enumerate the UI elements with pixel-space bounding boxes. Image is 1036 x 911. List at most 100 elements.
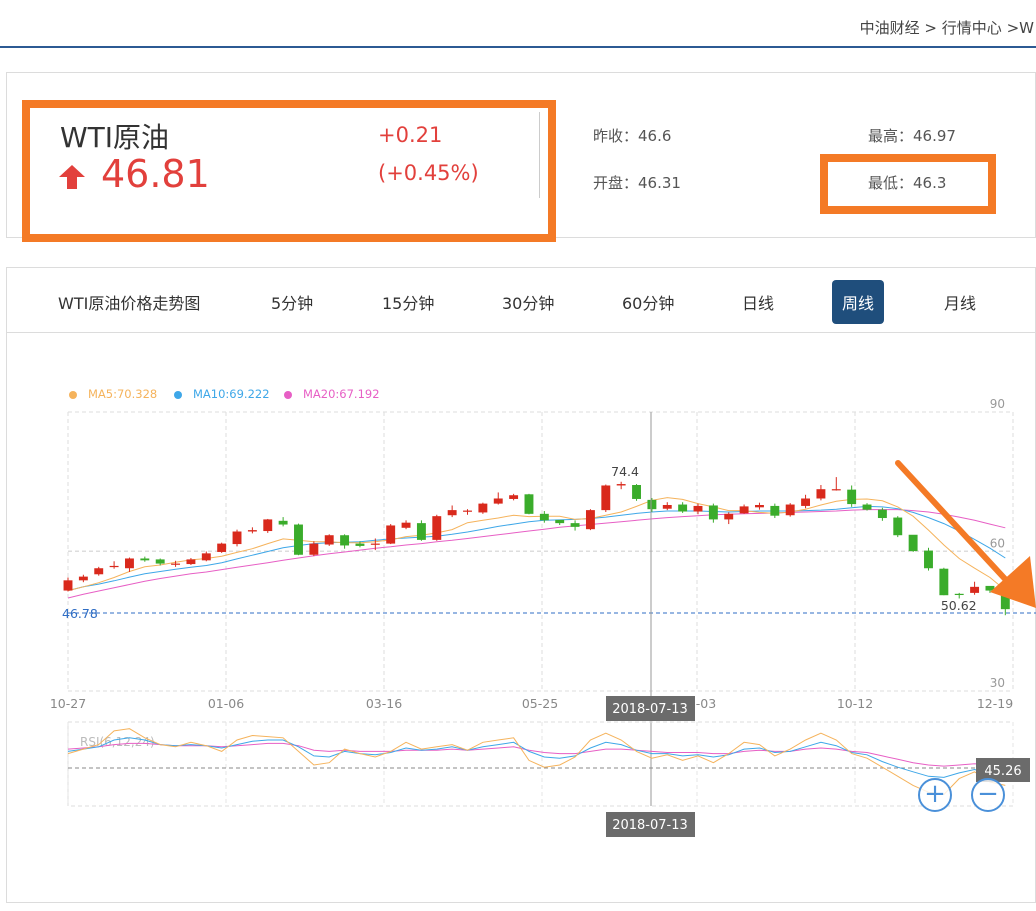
- x-tick-label: 12-19: [977, 696, 1013, 711]
- current-price-label: 46.78: [62, 606, 98, 621]
- legend-label: MA20:67.192: [303, 387, 380, 401]
- top-bar: 中油财经 > 行情中心 >W: [0, 0, 1036, 48]
- ma10-line: [67, 505, 1006, 592]
- candle-body: [662, 505, 672, 509]
- candle-body: [632, 485, 641, 499]
- legend-label: MA10:69.222: [193, 387, 270, 401]
- candle-body: [908, 534, 918, 552]
- high-price: 最高：46.97: [868, 125, 956, 146]
- candle-body: [232, 531, 242, 545]
- candle-body: [125, 558, 134, 569]
- candle-body: [294, 524, 303, 555]
- crosshair-date-label: 2018-07-13: [612, 702, 688, 717]
- high-value: 46.97: [913, 127, 956, 145]
- candle-body: [847, 489, 857, 505]
- candle-body: [785, 504, 795, 516]
- candle-body: [109, 565, 119, 568]
- candle-body: [970, 586, 980, 593]
- candle-body: [432, 516, 442, 540]
- x-tick-label: 03-16: [366, 696, 402, 711]
- legend-dot: [174, 391, 182, 399]
- breadcrumb-site[interactable]: 中油财经: [860, 19, 920, 37]
- candle-body: [509, 495, 519, 499]
- candle-body: [693, 505, 703, 512]
- candle-body: [94, 568, 104, 575]
- open-label: 开盘：: [593, 174, 639, 192]
- min-value-label: 50.62: [941, 598, 977, 613]
- candle-body: [647, 499, 657, 510]
- highlight-box-low: [820, 154, 996, 214]
- rsi6-line: [67, 728, 1006, 796]
- candle-body: [893, 517, 903, 536]
- candle-body: [416, 523, 426, 540]
- tab-weekly[interactable]: 周线: [832, 280, 885, 324]
- candle-body: [263, 519, 273, 532]
- candle-body: [78, 576, 88, 581]
- candle-body: [877, 509, 887, 519]
- candle-body: [708, 505, 718, 520]
- ma5-line: [67, 497, 1006, 592]
- prev-close: 昨收：46.6: [593, 125, 671, 146]
- open-value: 46.31: [638, 174, 681, 192]
- x-tick-label: 10-27: [50, 696, 86, 711]
- high-label: 最高：: [868, 127, 914, 145]
- candle-body: [616, 484, 626, 486]
- candle-body: [447, 510, 457, 516]
- legend-dot: [284, 391, 292, 399]
- prev-close-label: 昨收：: [593, 127, 639, 145]
- legend-dot: [69, 391, 77, 399]
- y-tick-label: 30: [990, 676, 1005, 690]
- chart-title: WTI原油价格走势图: [58, 294, 201, 313]
- open-price: 开盘：46.31: [593, 172, 681, 193]
- y-tick-label: 60: [990, 537, 1005, 551]
- prev-close-value: 46.6: [638, 127, 672, 145]
- candle-body: [155, 559, 165, 564]
- candle-body: [309, 543, 319, 555]
- x-tick-label: 05-25: [522, 696, 558, 711]
- candle-body: [724, 513, 734, 520]
- tab-15min[interactable]: 15分钟: [382, 290, 434, 314]
- candle-body: [186, 559, 196, 565]
- legend-label: MA5:70.328: [88, 387, 157, 401]
- candle-body: [524, 494, 534, 514]
- breadcrumb-separator: >: [924, 19, 937, 37]
- candle-body: [816, 489, 826, 499]
- candle-body: [555, 519, 565, 524]
- x-tick-label-partial: -03: [696, 696, 716, 711]
- candle-body: [585, 510, 595, 530]
- tab-daily[interactable]: 日线: [742, 290, 774, 314]
- candle-body: [801, 498, 811, 506]
- tab-monthly[interactable]: 月线: [944, 290, 976, 314]
- candle-body: [463, 510, 472, 512]
- x-tick-label: 01-06: [208, 696, 244, 711]
- tab-30min[interactable]: 30分钟: [502, 290, 554, 314]
- candle-body: [739, 506, 749, 514]
- candle-body: [355, 543, 365, 546]
- candle-body: [539, 513, 549, 521]
- y-tick-label: 90: [990, 397, 1005, 411]
- zoom-out-button[interactable]: −: [971, 778, 1005, 812]
- candle-body: [678, 504, 688, 512]
- highlight-box-price: [22, 100, 556, 242]
- candlestick-chart[interactable]: 90 60 30 MA5:70.328 MA10:69.222 MA20:67.192 46…: [0, 360, 1036, 840]
- candle-body: [401, 522, 411, 528]
- breadcrumb-current: W: [1019, 19, 1034, 37]
- candle-body: [478, 503, 488, 513]
- candle-body: [278, 520, 288, 525]
- tab-60min[interactable]: 60分钟: [622, 290, 674, 314]
- candle-body: [831, 489, 841, 491]
- breadcrumb: 中油财经 > 行情中心 >W: [860, 17, 1034, 38]
- candle-body: [140, 558, 150, 561]
- breadcrumb-separator: >: [1006, 19, 1020, 37]
- candle-body: [862, 504, 872, 510]
- candle-body: [386, 525, 396, 544]
- breadcrumb-section[interactable]: 行情中心: [942, 19, 1002, 37]
- max-value-label: 74.4: [611, 464, 639, 479]
- candle-body: [924, 550, 933, 569]
- candle-body: [954, 593, 964, 596]
- candle-body: [370, 543, 380, 545]
- rsi-panel-frame: [67, 721, 1014, 807]
- zoom-in-button[interactable]: +: [918, 778, 952, 812]
- candle-body: [171, 563, 181, 565]
- tab-5min[interactable]: 5分钟: [271, 290, 313, 314]
